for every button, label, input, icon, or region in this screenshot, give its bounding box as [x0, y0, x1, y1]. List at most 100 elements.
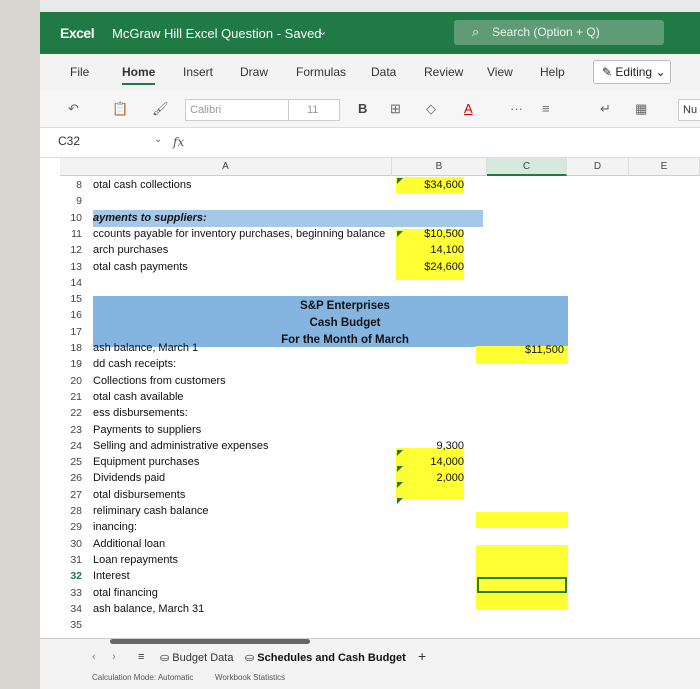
cell-b-value[interactable]: $10,500 — [396, 228, 464, 240]
row-header[interactable]: 29 — [60, 521, 88, 533]
row-header[interactable]: 20 — [60, 375, 88, 387]
tab-insert[interactable]: Insert — [183, 65, 213, 79]
wrap-text-icon[interactable]: ↵ — [600, 101, 611, 117]
row-header[interactable]: 8 — [60, 179, 88, 191]
merge-icon[interactable]: ▦ — [635, 101, 647, 117]
align-icon[interactable]: ≡ — [542, 101, 550, 116]
cell-a-label[interactable]: otal disbursements — [93, 489, 185, 501]
cell-a-label[interactable]: Equipment purchases — [93, 456, 199, 468]
next-sheet-icon[interactable]: › — [112, 651, 116, 663]
cell-a-label[interactable]: ccounts payable for inventory purchases,… — [93, 228, 385, 240]
borders-icon[interactable]: ⊞ — [390, 101, 401, 117]
cell-a-label[interactable]: Interest — [93, 570, 130, 582]
sheet-tab-schedules[interactable]: ⛀ Schedules and Cash Budget — [245, 651, 406, 664]
cell-a-label[interactable]: Dividends paid — [93, 472, 165, 484]
tab-help[interactable]: Help — [540, 65, 565, 79]
row-header[interactable]: 30 — [60, 538, 88, 550]
row-header[interactable]: 19 — [60, 358, 88, 370]
tab-draw[interactable]: Draw — [240, 65, 268, 79]
format-painter-icon[interactable]: 🖌 — [152, 101, 169, 117]
cell-a-label[interactable]: inancing: — [93, 521, 137, 533]
cell-a-label[interactable]: Collections from customers — [93, 375, 226, 387]
editing-mode-button[interactable]: ✎ Editing ⌄ — [593, 60, 671, 84]
row-header[interactable]: 24 — [60, 440, 88, 452]
row-header[interactable]: 15 — [60, 293, 88, 305]
name-box[interactable]: C32 ⌄ — [58, 134, 162, 154]
sheet-list-icon[interactable]: ≡ — [138, 651, 144, 663]
sheet-tab-budget-data[interactable]: ⛀ Budget Data — [160, 651, 233, 664]
row-header[interactable]: 23 — [60, 424, 88, 436]
font-size-select[interactable]: 11 — [288, 99, 340, 121]
chevron-down-icon[interactable]: ⌄ — [318, 25, 327, 38]
row-header[interactable]: 18 — [60, 342, 88, 354]
cell-a-label[interactable]: ayments to suppliers: — [93, 212, 207, 224]
cell-c-value[interactable]: $11,500 — [480, 344, 564, 356]
number-format-select[interactable]: Nu — [678, 99, 700, 121]
more-icon[interactable]: ··· — [510, 101, 523, 116]
cell-a-label[interactable]: Loan repayments — [93, 554, 178, 566]
cell-a-label[interactable]: otal cash collections — [93, 179, 191, 191]
column-header-b[interactable]: B — [392, 158, 487, 176]
row-header[interactable]: 11 — [60, 228, 88, 240]
cell-b-value[interactable]: 14,000 — [396, 456, 464, 468]
row-header[interactable]: 32 — [60, 570, 88, 582]
cell-b-value[interactable]: $24,600 — [396, 261, 464, 273]
tab-file[interactable]: File — [70, 65, 89, 79]
cell-a-label[interactable]: otal cash payments — [93, 261, 188, 273]
row-header[interactable]: 28 — [60, 505, 88, 517]
horizontal-scrollbar[interactable] — [110, 639, 310, 644]
column-header-a[interactable]: A — [60, 158, 392, 176]
font-color-icon[interactable]: A — [464, 101, 473, 116]
font-name-select[interactable]: Calibri — [185, 99, 303, 121]
row-header[interactable]: 25 — [60, 456, 88, 468]
search-input[interactable]: ⌕ Search (Option + Q) — [454, 20, 664, 45]
column-header-e[interactable]: E — [629, 158, 700, 176]
cell-b-value[interactable]: $34,600 — [396, 179, 464, 191]
cell-a-label[interactable]: arch purchases — [93, 244, 168, 256]
row-header[interactable]: 26 — [60, 472, 88, 484]
row-header[interactable]: 12 — [60, 244, 88, 256]
row-header[interactable]: 16 — [60, 309, 88, 321]
cell-a-label[interactable]: dd cash receipts: — [93, 358, 176, 370]
cell-a-label[interactable]: Payments to suppliers — [93, 424, 201, 436]
row-header[interactable]: 21 — [60, 391, 88, 403]
calc-mode-status[interactable]: Calculation Mode: Automatic — [92, 673, 193, 682]
row-header[interactable]: 33 — [60, 587, 88, 599]
row-header[interactable]: 22 — [60, 407, 88, 419]
row-header[interactable]: 13 — [60, 261, 88, 273]
tab-data[interactable]: Data — [371, 65, 396, 79]
workbook-statistics[interactable]: Workbook Statistics — [215, 673, 285, 682]
prev-sheet-icon[interactable]: ‹ — [92, 651, 96, 663]
cell-b-value[interactable]: 14,100 — [396, 244, 464, 256]
row-header[interactable]: 17 — [60, 326, 88, 338]
bold-button[interactable]: B — [358, 101, 367, 116]
cell-a-label[interactable]: Additional loan — [93, 538, 165, 550]
clipboard-icon[interactable]: 📋 — [112, 101, 128, 117]
tab-view[interactable]: View — [487, 65, 513, 79]
row-header[interactable]: 27 — [60, 489, 88, 501]
tab-home[interactable]: Home — [122, 65, 156, 85]
total-disbursements-cell[interactable] — [476, 512, 568, 528]
tab-formulas[interactable]: Formulas — [296, 65, 346, 79]
cell-a-label[interactable]: ess disbursements: — [93, 407, 188, 419]
row-header[interactable]: 34 — [60, 603, 88, 615]
row-header[interactable]: 9 — [60, 195, 88, 207]
cell-a-label[interactable]: otal cash available — [93, 391, 184, 403]
column-header-d[interactable]: D — [567, 158, 629, 176]
tab-review[interactable]: Review — [424, 65, 463, 79]
cell-b-value[interactable]: 9,300 — [396, 440, 464, 452]
cell-b-value[interactable]: 2,000 — [396, 472, 464, 484]
row-header[interactable]: 31 — [60, 554, 88, 566]
selected-cell-c32[interactable] — [477, 577, 567, 593]
add-sheet-icon[interactable]: + — [418, 648, 426, 664]
cell-a-label[interactable]: otal financing — [93, 587, 158, 599]
row-header[interactable]: 14 — [60, 277, 88, 289]
cell-a-label[interactable]: Selling and administrative expenses — [93, 440, 269, 452]
undo-icon[interactable]: ↶ — [68, 101, 79, 117]
cell-a-label[interactable]: ash balance, March 1 — [93, 342, 198, 354]
spreadsheet-grid[interactable]: A B C D E 8 otal cash collections $34,600 9… — [40, 158, 700, 638]
row-header[interactable]: 10 — [60, 212, 88, 224]
cell-a-label[interactable]: reliminary cash balance — [93, 505, 209, 517]
document-title[interactable]: McGraw Hill Excel Question - Saved — [112, 26, 322, 41]
fill-color-icon[interactable]: ◇ — [426, 101, 436, 117]
